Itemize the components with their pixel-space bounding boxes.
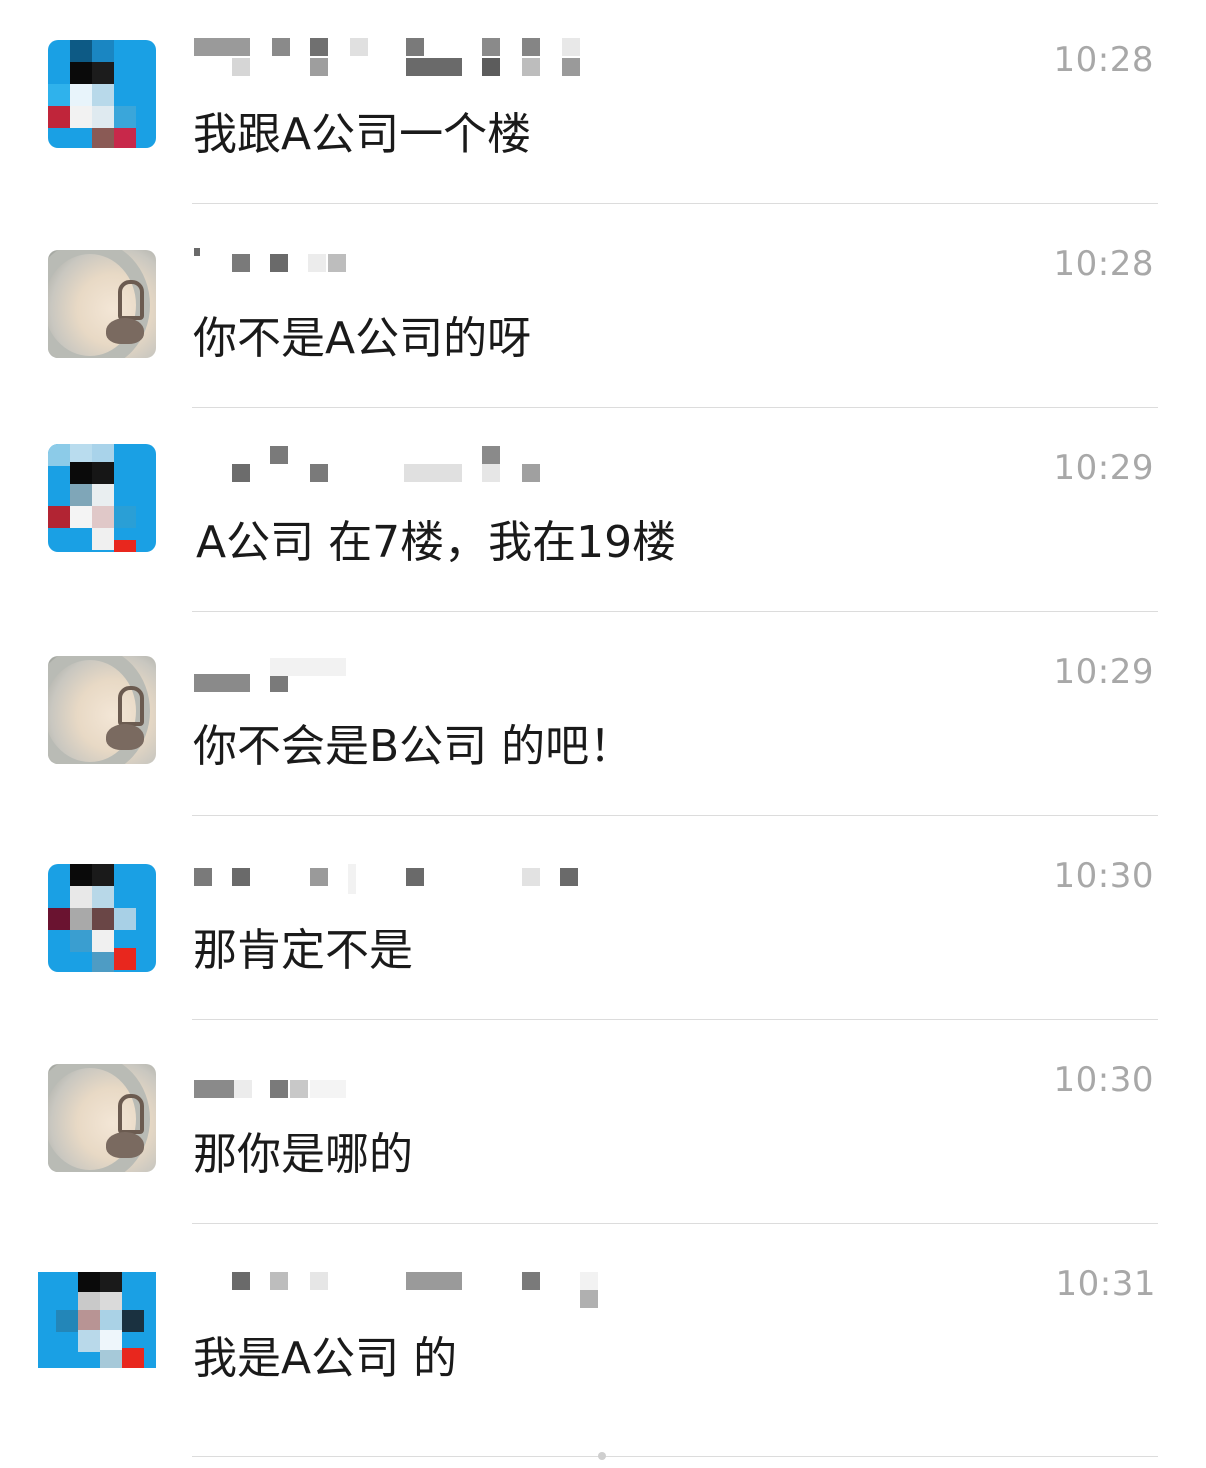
message-time: 10:29: [1053, 448, 1154, 488]
chat-row[interactable]: 10:29 你不会是B公司 的吧！: [0, 612, 1206, 816]
ok-hand-icon: [118, 280, 144, 320]
message-preview: 你不是A公司的呀: [193, 313, 532, 364]
chat-row[interactable]: 10:30 那肯定不是: [0, 816, 1206, 1020]
avatar[interactable]: [48, 40, 156, 148]
avatar-face: [106, 724, 144, 750]
avatar[interactable]: [48, 656, 156, 764]
message-time: 10:30: [1053, 1060, 1154, 1100]
message-time: 10:28: [1053, 40, 1154, 80]
scroll-indicator: [598, 1452, 606, 1460]
sender-name-blurred: [194, 446, 604, 486]
message-preview: A公司 在7楼，我在19楼: [196, 517, 677, 568]
chat-row[interactable]: 10:28 我跟A公司一个楼: [0, 0, 1206, 204]
message-preview: 那肯定不是: [193, 925, 413, 976]
sender-name-blurred: [194, 1272, 604, 1312]
avatar[interactable]: [48, 444, 156, 552]
avatar[interactable]: [48, 1064, 156, 1172]
sender-name-blurred: [194, 38, 604, 78]
chat-row[interactable]: 10:30 那你是哪的: [0, 1020, 1206, 1224]
message-time: 10:29: [1053, 652, 1154, 692]
ok-hand-icon: [118, 686, 144, 726]
avatar[interactable]: [48, 250, 156, 358]
sender-name-blurred: [194, 658, 604, 698]
avatar[interactable]: [38, 1272, 156, 1368]
avatar-face: [106, 318, 144, 344]
avatar[interactable]: [48, 864, 156, 972]
message-time: 10:30: [1053, 856, 1154, 896]
chat-row[interactable]: 10:29 A公司 在7楼，我在19楼: [0, 408, 1206, 612]
message-time: 10:31: [1055, 1264, 1156, 1304]
divider: [192, 1456, 1158, 1457]
avatar-face: [106, 1132, 144, 1158]
sender-name-blurred: [194, 248, 604, 288]
sender-name-blurred: [194, 864, 604, 904]
chat-row[interactable]: 10:31 我是A公司 的: [0, 1224, 1206, 1428]
sender-name-blurred: [194, 1078, 604, 1118]
message-preview: 那你是哪的: [193, 1129, 413, 1180]
message-preview: 我是A公司 的: [193, 1333, 458, 1384]
ok-hand-icon: [118, 1094, 144, 1134]
message-preview: 你不会是B公司 的吧！: [193, 721, 634, 772]
message-preview: 我跟A公司一个楼: [193, 109, 532, 160]
message-time: 10:28: [1053, 244, 1154, 284]
chat-row[interactable]: 10:28 你不是A公司的呀: [0, 204, 1206, 408]
chat-list: 10:28 我跟A公司一个楼 10:28 你不是A公司的呀 10:29 A公司 …: [0, 0, 1206, 1468]
